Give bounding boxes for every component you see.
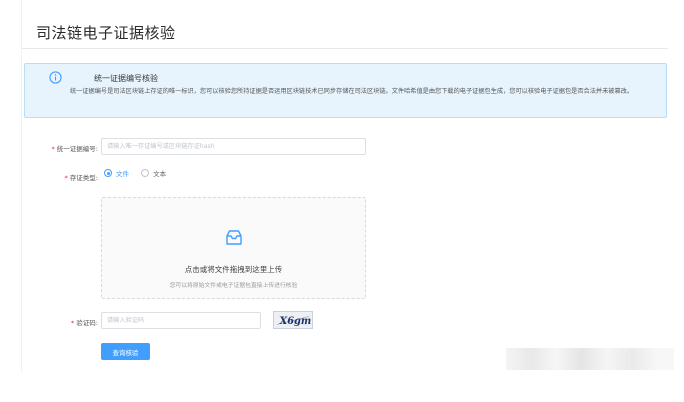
page-left-border <box>21 0 22 372</box>
upload-text: 点击或将文件拖拽到这里上传 <box>184 265 283 274</box>
evidence-id-input[interactable] <box>101 138 366 155</box>
radio-file-label[interactable]: 文件 <box>116 168 129 178</box>
info-title: 统一证据编号核验 <box>94 74 158 83</box>
radio-file[interactable]: 文件 <box>104 168 129 178</box>
required-mark: * <box>64 174 68 182</box>
info-description: 统一证据编号是司法区块链上存证的唯一标识，您可以核验您所持证据是否运用区块链技术… <box>70 88 634 95</box>
blurred-watermark <box>506 348 674 370</box>
radio-text-label[interactable]: 文本 <box>153 168 166 178</box>
captcha-image[interactable]: X6gm <box>273 311 313 329</box>
radio-text-dot[interactable] <box>141 169 150 177</box>
query-verify-button[interactable]: 查询核验 <box>101 343 150 360</box>
radio-text[interactable]: 文本 <box>141 168 166 178</box>
captcha-input[interactable] <box>101 312 261 329</box>
info-circle-icon <box>49 71 62 84</box>
info-alert: 统一证据编号核验 统一证据编号是司法区块链上存证的唯一标识，您可以核验您所持证据… <box>24 63 667 118</box>
storage-type-label-text: 存证类型: <box>69 174 98 182</box>
title-divider <box>22 48 668 49</box>
file-upload-dropzone[interactable]: 点击或将文件拖拽到这里上传 您可以将原始文件或电子证据包直接上传进行核验 <box>101 197 366 299</box>
captcha-label-text: 验证码: <box>76 319 98 327</box>
evidence-id-label-text: 统一证据编号: <box>56 145 98 153</box>
captcha-label: * 验证码: <box>30 317 98 327</box>
required-mark: * <box>71 319 75 327</box>
evidence-id-label: * 统一证据编号: <box>30 143 98 153</box>
radio-file-dot[interactable] <box>104 169 112 177</box>
storage-type-label: * 存证类型: <box>30 172 98 182</box>
captcha-text: X6gm <box>279 316 312 327</box>
upload-hint: 您可以将原始文件或电子证据包直接上传进行核验 <box>169 283 298 289</box>
required-mark: * <box>51 145 55 153</box>
inbox-icon <box>226 230 242 245</box>
storage-type-radio-group: 文件 文本 <box>104 168 176 179</box>
page-title: 司法链电子证据核验 <box>36 24 176 42</box>
